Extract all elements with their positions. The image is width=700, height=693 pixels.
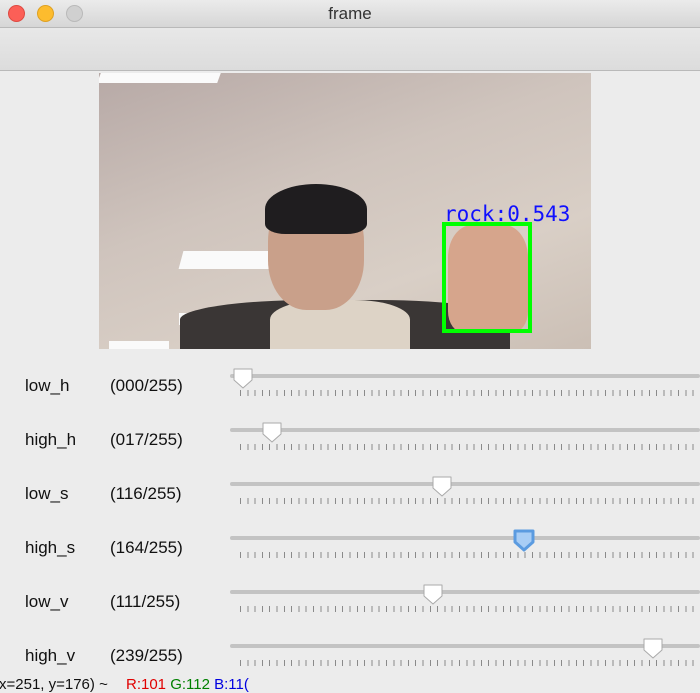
- trackbar-value: (164/255): [110, 538, 183, 557]
- toolbar: [0, 28, 700, 71]
- trackbar-high_h: high_h (017/255): [0, 416, 700, 470]
- trackbar-value: (111/255): [110, 592, 181, 611]
- title-bar: frame: [0, 0, 700, 28]
- slider-track[interactable]: [230, 482, 700, 486]
- slider-thumb[interactable]: [421, 582, 445, 606]
- window-title: frame: [328, 4, 372, 23]
- slider-thumb[interactable]: [260, 420, 284, 444]
- detection-label: rock:0.543: [444, 202, 571, 226]
- pixel-coords: (x=251, y=176) ~: [0, 676, 108, 693]
- trackbar-label: high_v: [25, 646, 76, 665]
- slider-track[interactable]: [230, 428, 700, 432]
- detection-box: [442, 222, 532, 333]
- pixel-g: G:112: [170, 676, 210, 693]
- slider-ticks: [240, 444, 696, 450]
- trackbar-high_s: high_s (164/255): [0, 524, 700, 578]
- trackbar-value: (000/255): [110, 376, 183, 395]
- slider-ticks: [240, 390, 696, 396]
- slider-ticks: [240, 606, 696, 612]
- trackbar-label: high_s: [25, 538, 76, 557]
- trackbar-label: low_v: [25, 592, 69, 611]
- trackbar-label: low_s: [25, 484, 69, 503]
- trackbar-label: high_h: [25, 430, 77, 449]
- trackbar-value: (017/255): [110, 430, 183, 449]
- trackbar-value: (239/255): [110, 646, 183, 665]
- trackbar-low_s: low_s (116/255): [0, 470, 700, 524]
- slider-ticks: [240, 552, 696, 558]
- slider-track[interactable]: [230, 590, 700, 594]
- minimize-button[interactable]: [37, 5, 54, 22]
- trackbar-low_h: low_h (000/255): [0, 362, 700, 416]
- trackbar-low_v: low_v (111/255): [0, 578, 700, 632]
- slider-track[interactable]: [230, 374, 700, 378]
- person-collar: [270, 300, 410, 349]
- slider-track[interactable]: [230, 536, 700, 540]
- slider-thumb[interactable]: [231, 366, 255, 390]
- pixel-r: R:101: [126, 676, 167, 693]
- zoom-button[interactable]: [66, 5, 83, 22]
- slider-ticks: [240, 498, 696, 504]
- person-hair: [265, 184, 367, 234]
- trackbar-value: (116/255): [110, 484, 182, 503]
- slider-thumb[interactable]: [512, 528, 536, 552]
- trackbar-label: low_h: [25, 376, 70, 395]
- status-bar: (x=251, y=176) ~ R:101 G:112 B:11(: [0, 676, 249, 693]
- slider-thumb[interactable]: [430, 474, 454, 498]
- slider-ticks: [240, 660, 696, 666]
- pixel-b: B:11(: [214, 676, 249, 693]
- close-button[interactable]: [8, 5, 25, 22]
- slider-thumb[interactable]: [641, 636, 665, 660]
- slider-track[interactable]: [230, 644, 700, 648]
